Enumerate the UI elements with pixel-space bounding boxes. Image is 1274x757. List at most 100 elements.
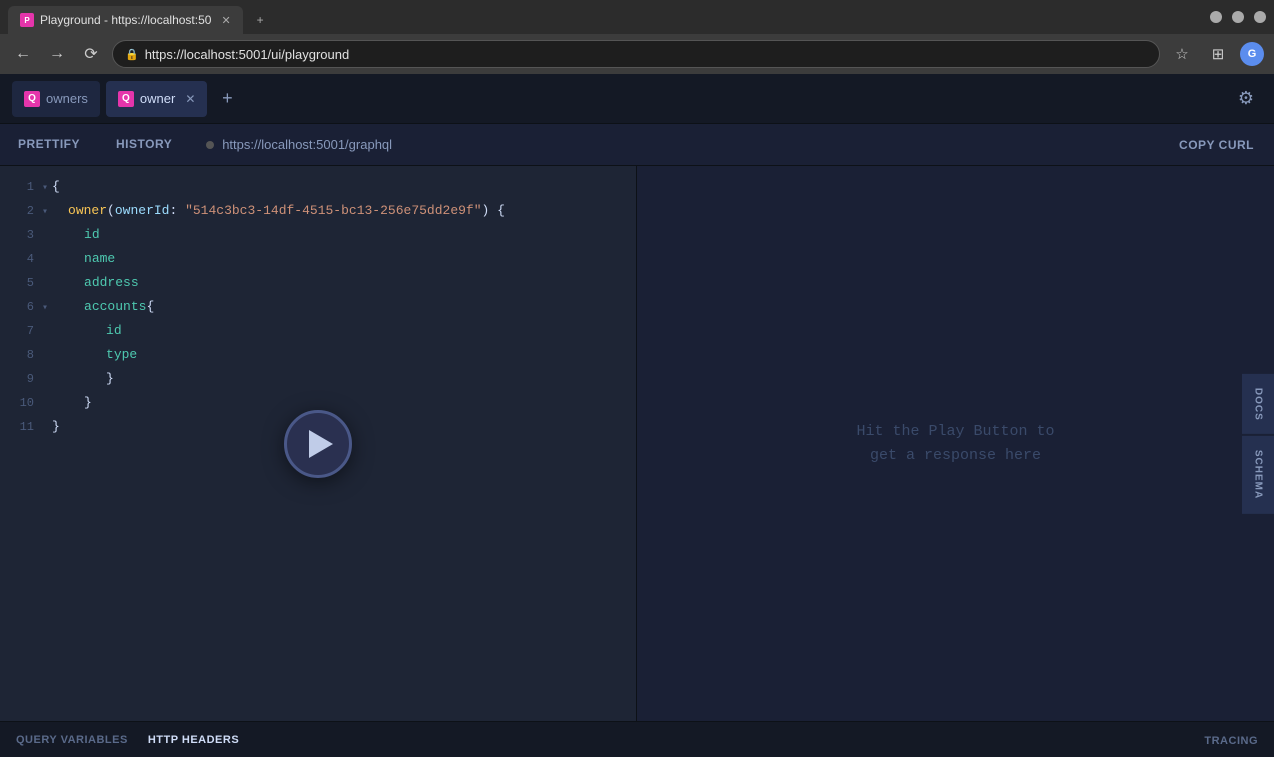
sub-toolbar-left: PRETTIFY HISTORY xyxy=(0,124,190,165)
main-area: 1 ▾ { 2 ▾ owner(ownerId: "514c3bc3-14df-… xyxy=(0,166,1274,721)
code-field-accounts-type: type xyxy=(106,344,137,366)
maximize-button[interactable] xyxy=(1232,11,1244,23)
code-brace-close-accounts: } xyxy=(106,368,114,390)
code-field-name: name xyxy=(84,248,115,270)
code-string-id: "514c3bc3-14df-4515-bc13-256e75dd2e9f" xyxy=(185,203,481,218)
close-button[interactable] xyxy=(1254,11,1266,23)
fold-arrow-3-empty xyxy=(42,226,48,248)
response-hint: Hit the Play Button to get a response he… xyxy=(856,420,1054,468)
browser-titlebar: P Playground - https://localhost:50 ✕ + xyxy=(0,0,1274,34)
code-brace-open: { xyxy=(52,176,60,198)
fold-arrow-1[interactable]: ▾ xyxy=(42,178,48,200)
bottom-bar: QUERY VARIABLES HTTP HEADERS TRACING xyxy=(0,721,1274,757)
code-line-8: 8 type xyxy=(0,344,636,368)
fold-arrow-10-empty xyxy=(42,394,48,416)
line-number-5: 5 xyxy=(10,272,34,294)
back-button[interactable]: ← xyxy=(10,41,36,67)
line-number-10: 10 xyxy=(10,392,34,414)
app-toolbar: Q owners Q owner ✕ + ⚙ xyxy=(0,74,1274,124)
response-hint-line1: Hit the Play Button to xyxy=(856,423,1054,440)
address-bar[interactable]: 🔒 https://localhost:5001/ui/playground xyxy=(112,40,1160,68)
query-variables-button[interactable]: QUERY VARIABLES xyxy=(16,734,128,746)
tab-favicon: P xyxy=(20,13,34,27)
line-number-11: 11 xyxy=(10,416,34,438)
tab-label: Playground - https://localhost:50 xyxy=(40,13,211,27)
editor-panel: 1 ▾ { 2 ▾ owner(ownerId: "514c3bc3-14df-… xyxy=(0,166,637,721)
endpoint-status-dot xyxy=(206,141,214,149)
owners-tab-icon: Q xyxy=(24,91,40,107)
refresh-button[interactable]: ⟳ xyxy=(78,41,104,67)
prettify-button[interactable]: PRETTIFY xyxy=(0,124,98,165)
docs-button[interactable]: DOCS xyxy=(1242,373,1274,434)
bottom-right: TRACING xyxy=(1204,731,1258,749)
play-button-wrapper xyxy=(284,410,352,478)
schema-button[interactable]: SCHEMA xyxy=(1242,436,1274,513)
owners-tab-label: owners xyxy=(46,91,88,106)
code-line-7: 7 id xyxy=(0,320,636,344)
line-number-8: 8 xyxy=(10,344,34,366)
code-field-id: id xyxy=(84,224,100,246)
history-button[interactable]: HISTORY xyxy=(98,124,190,165)
code-colon: : xyxy=(169,203,185,218)
code-field-accounts: accounts xyxy=(84,296,146,318)
tab-close-button[interactable]: ✕ xyxy=(221,14,230,27)
line-number-7: 7 xyxy=(10,320,34,342)
fold-arrow-7-empty xyxy=(42,322,48,344)
fold-arrow-2[interactable]: ▾ xyxy=(42,202,48,224)
forward-button[interactable]: → xyxy=(44,41,70,67)
code-brace-close-owner: } xyxy=(84,392,92,414)
line-number-3: 3 xyxy=(10,224,34,246)
code-line-1: 1 ▾ { xyxy=(0,176,636,200)
profile-avatar[interactable]: G xyxy=(1240,42,1264,66)
play-button[interactable] xyxy=(284,410,352,478)
side-buttons: DOCS SCHEMA xyxy=(1242,373,1274,513)
browser-tab-active[interactable]: P Playground - https://localhost:50 ✕ xyxy=(8,6,243,34)
response-hint-line2: get a response here xyxy=(870,447,1041,464)
window-controls xyxy=(1210,11,1266,23)
code-line-2: 2 ▾ owner(ownerId: "514c3bc3-14df-4515-b… xyxy=(0,200,636,224)
line-number-6: 6 xyxy=(10,296,34,318)
schema-label: SCHEMA xyxy=(1253,450,1264,499)
owners-tab[interactable]: Q owners xyxy=(12,81,100,117)
http-headers-button[interactable]: HTTP HEADERS xyxy=(148,734,239,746)
line-number-1: 1 xyxy=(10,176,34,198)
code-field-accounts-id: id xyxy=(106,320,122,342)
code-paren-open: ( xyxy=(107,203,115,218)
line-number-2: 2 xyxy=(10,200,34,222)
code-line-5: 5 address xyxy=(0,272,636,296)
sub-toolbar: PRETTIFY HISTORY https://localhost:5001/… xyxy=(0,124,1274,166)
owner-tab-close[interactable]: ✕ xyxy=(185,92,195,106)
browser-toolbar-right: ☆ ⊞ G xyxy=(1168,40,1264,68)
code-line-9: 9 } xyxy=(0,368,636,392)
new-tab-plus: + xyxy=(257,13,264,27)
code-line-4: 4 name xyxy=(0,248,636,272)
code-param-ownerid: ownerId xyxy=(115,203,170,218)
fold-arrow-9-empty xyxy=(42,370,48,392)
endpoint-display: https://localhost:5001/graphql xyxy=(190,137,1159,152)
owner-tab-icon: Q xyxy=(118,91,134,107)
browser-new-tab[interactable]: + xyxy=(245,6,276,34)
fold-arrow-5-empty xyxy=(42,274,48,296)
line-number-4: 4 xyxy=(10,248,34,270)
bookmark-button[interactable]: ☆ xyxy=(1168,40,1196,68)
settings-button[interactable]: ⚙ xyxy=(1230,83,1262,115)
code-line-6: 6 ▾ accounts { xyxy=(0,296,636,320)
fold-arrow-4-empty xyxy=(42,250,48,272)
fold-arrow-8-empty xyxy=(42,346,48,368)
code-paren-close: ) { xyxy=(482,203,505,218)
bottom-left: QUERY VARIABLES HTTP HEADERS xyxy=(16,734,239,746)
browser-tabs: P Playground - https://localhost:50 ✕ + xyxy=(8,0,276,34)
address-url: https://localhost:5001/ui/playground xyxy=(145,47,350,62)
owner-tab-label: owner xyxy=(140,91,175,106)
browser-toolbar: ← → ⟳ 🔒 https://localhost:5001/ui/playgr… xyxy=(0,34,1274,74)
fold-arrow-6[interactable]: ▾ xyxy=(42,298,48,320)
response-panel: Hit the Play Button to get a response he… xyxy=(637,166,1274,721)
extensions-button[interactable]: ⊞ xyxy=(1204,40,1232,68)
minimize-button[interactable] xyxy=(1210,11,1222,23)
tracing-button[interactable]: TRACING xyxy=(1204,735,1258,747)
copy-curl-button[interactable]: COPY CURL xyxy=(1159,124,1274,165)
add-tab-button[interactable]: + xyxy=(213,85,241,113)
endpoint-url: https://localhost:5001/graphql xyxy=(222,137,392,152)
code-line-3: 3 id xyxy=(0,224,636,248)
owner-tab[interactable]: Q owner ✕ xyxy=(106,81,207,117)
